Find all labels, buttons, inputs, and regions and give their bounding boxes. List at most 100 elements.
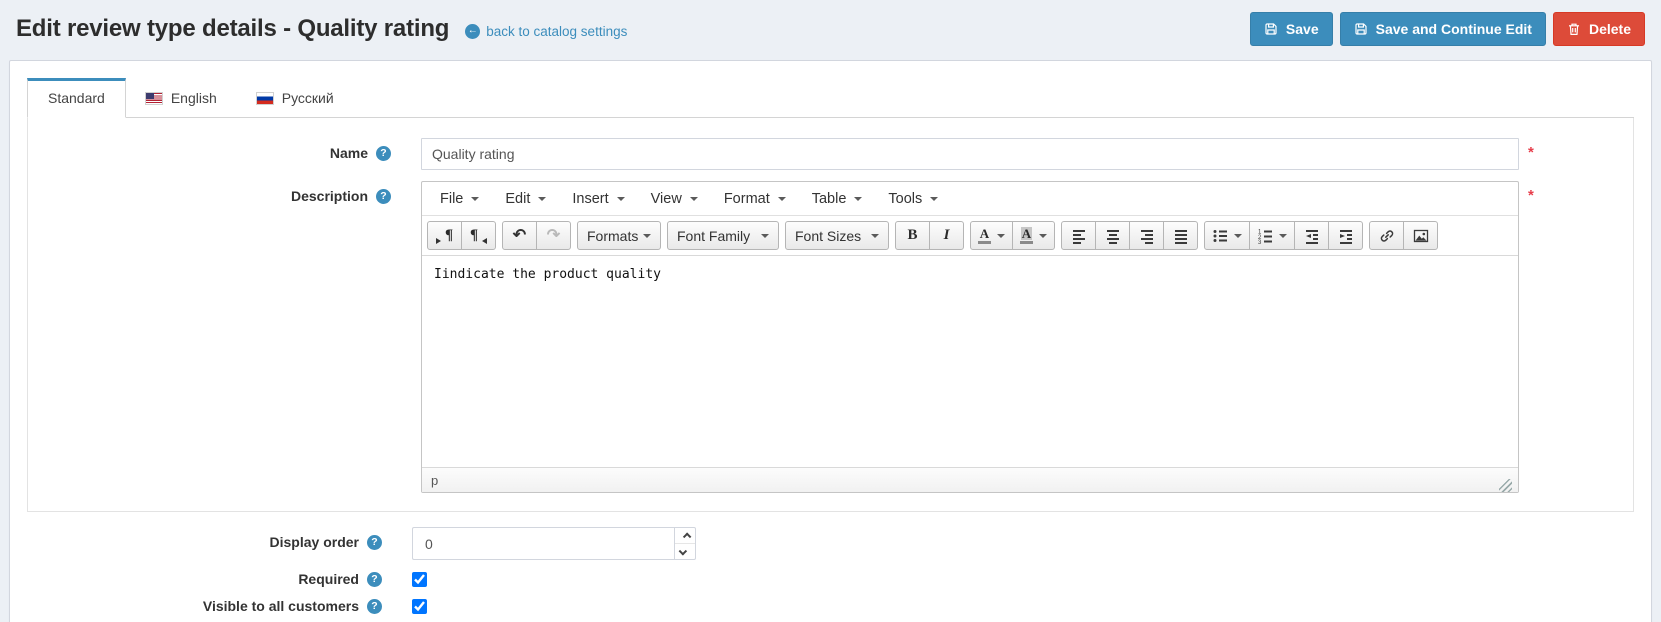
element-path[interactable]: p	[431, 473, 438, 488]
language-tabs: Standard English Русский	[27, 78, 1634, 118]
resize-handle-icon[interactable]	[1499, 479, 1512, 492]
description-label: Description	[290, 188, 368, 204]
save-button[interactable]: Save	[1249, 12, 1333, 46]
formats-label: Formats	[587, 227, 639, 244]
pilcrow-icon: ¶	[469, 227, 479, 243]
pilcrow-icon: ¶	[444, 227, 454, 243]
delete-button-label: Delete	[1588, 21, 1631, 37]
numbered-list-button[interactable]: 123	[1249, 221, 1295, 250]
chevron-up-icon	[682, 531, 692, 541]
editor-menu-file[interactable]: File	[427, 182, 492, 215]
required-help-icon[interactable]: ?	[367, 571, 382, 587]
text-color-icon: A	[978, 227, 991, 244]
menu-table-label: Table	[811, 190, 847, 207]
display-order-numeric	[412, 527, 696, 560]
name-required-marker: *	[1528, 144, 1534, 161]
required-checkbox[interactable]	[412, 571, 427, 587]
display-order-help-icon[interactable]: ?	[367, 534, 382, 550]
floppy-icon	[1355, 23, 1367, 35]
back-link-label: back to catalog settings	[486, 23, 628, 39]
formats-dropdown[interactable]: Formats	[577, 221, 661, 250]
menu-view-label: View	[650, 190, 682, 207]
align-left-button[interactable]	[1061, 221, 1096, 250]
editor-menu-format[interactable]: Format	[711, 182, 799, 215]
menu-format-label: Format	[723, 190, 770, 207]
editor-menu-insert[interactable]: Insert	[559, 182, 637, 215]
chevron-down-icon	[777, 196, 786, 201]
font-family-dropdown[interactable]: Font Family	[667, 221, 779, 250]
editor-menu-tools[interactable]: Tools	[875, 182, 951, 215]
italic-button[interactable]: I	[929, 221, 964, 250]
undo-button[interactable]: ↶	[502, 221, 537, 250]
name-help-icon[interactable]: ?	[376, 145, 391, 161]
outdent-button[interactable]	[1294, 221, 1329, 250]
align-center-button[interactable]	[1095, 221, 1130, 250]
insert-link-button[interactable]	[1369, 221, 1404, 250]
tab-english-label: English	[170, 90, 217, 106]
description-label-col: Description ?	[28, 181, 421, 204]
indent-icon	[1339, 229, 1352, 244]
editor-content-area[interactable]: Iindicate the product quality	[422, 256, 1518, 467]
back-to-catalog-settings-link[interactable]: ← back to catalog settings	[465, 23, 628, 39]
insert-group	[1369, 221, 1438, 250]
delete-button[interactable]: Delete	[1552, 12, 1645, 46]
editor-menu-table[interactable]: Table	[799, 182, 876, 215]
insert-image-button[interactable]	[1403, 221, 1438, 250]
bullet-list-button[interactable]	[1204, 221, 1250, 250]
ltr-arrow-icon	[435, 238, 441, 244]
required-label-col: Required ?	[27, 571, 412, 587]
justify-button[interactable]	[1163, 221, 1198, 250]
required-label: Required	[298, 571, 359, 587]
visible-to-all-checkbox[interactable]	[412, 598, 427, 614]
chevron-down-icon	[1234, 233, 1242, 238]
save-and-continue-button[interactable]: Save and Continue Edit	[1339, 12, 1546, 46]
font-sizes-dropdown[interactable]: Font Sizes	[785, 221, 889, 250]
align-right-icon	[1140, 229, 1153, 244]
color-group: A A	[970, 221, 1055, 250]
chevron-down-icon	[616, 196, 625, 201]
menu-edit-label: Edit	[505, 190, 531, 207]
tab-english[interactable]: English	[126, 78, 237, 118]
editor-menu-edit[interactable]: Edit	[492, 182, 559, 215]
visible-to-all-label: Visible to all customers	[202, 598, 359, 614]
chevron-down-icon	[689, 196, 698, 201]
arrow-circle-left-icon: ←	[465, 23, 481, 39]
chevron-down-icon	[678, 546, 688, 556]
description-help-icon[interactable]: ?	[376, 188, 391, 204]
name-input-col	[421, 138, 1519, 170]
menu-file-label: File	[440, 190, 464, 207]
tab-standard[interactable]: Standard	[27, 78, 126, 118]
justify-icon	[1174, 229, 1187, 244]
menu-insert-label: Insert	[572, 190, 609, 207]
spinner-down-button[interactable]	[675, 543, 695, 559]
tab-russian-label: Русский	[281, 90, 334, 106]
editor-menu-view[interactable]: View	[638, 182, 711, 215]
save-and-continue-label: Save and Continue Edit	[1375, 21, 1532, 37]
display-order-label-col: Display order ?	[27, 527, 412, 550]
page: Edit review type details - Quality ratin…	[0, 0, 1661, 622]
bold-button[interactable]: B	[895, 221, 930, 250]
link-icon	[1380, 229, 1393, 242]
visible-to-all-help-icon[interactable]: ?	[367, 598, 382, 614]
name-label: Name	[329, 145, 368, 161]
visible-to-all-row: Visible to all customers ?	[27, 598, 1634, 614]
display-order-input[interactable]	[412, 527, 674, 560]
spinner-up-button[interactable]	[675, 528, 695, 543]
background-color-icon: A	[1020, 227, 1033, 244]
redo-button[interactable]: ↷	[536, 221, 571, 250]
rtl-arrow-icon	[482, 238, 488, 244]
text-color-button[interactable]: A	[970, 221, 1013, 250]
description-required-marker: *	[1528, 187, 1534, 204]
align-right-button[interactable]	[1129, 221, 1164, 250]
image-icon	[1413, 229, 1428, 242]
ltr-button[interactable]: ¶	[427, 221, 462, 250]
background-color-button[interactable]: A	[1012, 221, 1055, 250]
editor-menubar: File Edit Insert View Format Table Tools	[422, 182, 1518, 216]
name-input[interactable]	[421, 138, 1519, 170]
indent-button[interactable]	[1328, 221, 1363, 250]
rtl-button[interactable]: ¶	[461, 221, 496, 250]
chevron-down-icon	[1279, 233, 1287, 238]
undo-icon: ↶	[512, 226, 527, 244]
italic-icon: I	[943, 227, 950, 243]
tab-russian[interactable]: Русский	[237, 78, 354, 118]
